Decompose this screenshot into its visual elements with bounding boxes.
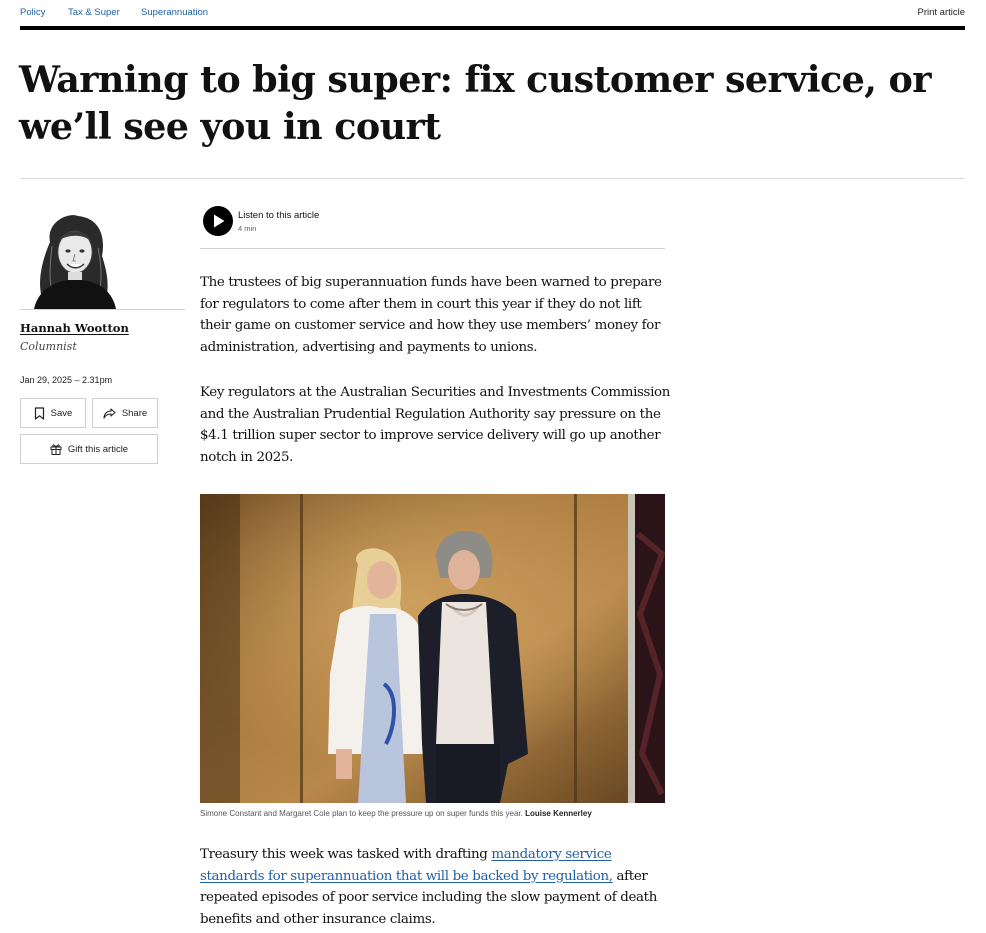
gift-icon	[50, 444, 62, 455]
headline-divider	[20, 178, 965, 179]
article-paragraph: The trustees of big superannuation funds…	[200, 275, 662, 356]
publish-date: Jan 29, 2025 – 2.31pm	[20, 375, 113, 385]
header-divider	[20, 26, 965, 30]
photo-credit: Louise Kennerley	[525, 809, 592, 818]
listen-to-article[interactable]: Listen to this article 4 min	[203, 206, 503, 238]
listen-duration: 4 min	[238, 224, 257, 233]
photo-caption: Simone Constant and Margaret Cole plan t…	[200, 809, 592, 818]
author-avatar[interactable]	[28, 212, 120, 309]
share-button[interactable]: Share	[92, 398, 158, 428]
author-divider	[20, 309, 185, 310]
paragraph-text-before: Treasury this week was tasked with draft…	[200, 847, 492, 862]
article-paragraph: Key regulators at the Australian Securit…	[200, 385, 670, 466]
gift-article-button[interactable]: Gift this article	[20, 434, 158, 464]
article-headline: Warning to big super: fix customer servi…	[19, 58, 931, 148]
section-nav: Policy Tax & Super Superannuation Print …	[20, 7, 965, 21]
share-label: Share	[121, 407, 148, 419]
article-photo	[200, 494, 665, 803]
article-paragraph: Treasury this week was tasked with draft…	[200, 844, 670, 931]
gift-label: Gift this article	[67, 443, 129, 455]
share-icon	[103, 407, 116, 419]
nav-link-superannuation[interactable]: Superannuation	[141, 7, 208, 18]
author-name-link[interactable]: Hannah Wootton	[20, 321, 129, 335]
author-role: Columnist	[20, 340, 77, 353]
print-article-link[interactable]: Print article	[917, 7, 965, 18]
play-icon	[214, 214, 225, 228]
save-label: Save	[50, 407, 73, 419]
nav-link-policy[interactable]: Policy	[20, 7, 45, 18]
bookmark-icon	[34, 406, 44, 420]
listen-title: Listen to this article	[238, 210, 320, 221]
play-button[interactable]	[203, 206, 233, 236]
save-button[interactable]: Save	[20, 398, 86, 428]
listen-divider	[200, 248, 665, 249]
nav-link-tax-super[interactable]: Tax & Super	[68, 7, 120, 18]
caption-text: Simone Constant and Margaret Cole plan t…	[200, 809, 523, 818]
